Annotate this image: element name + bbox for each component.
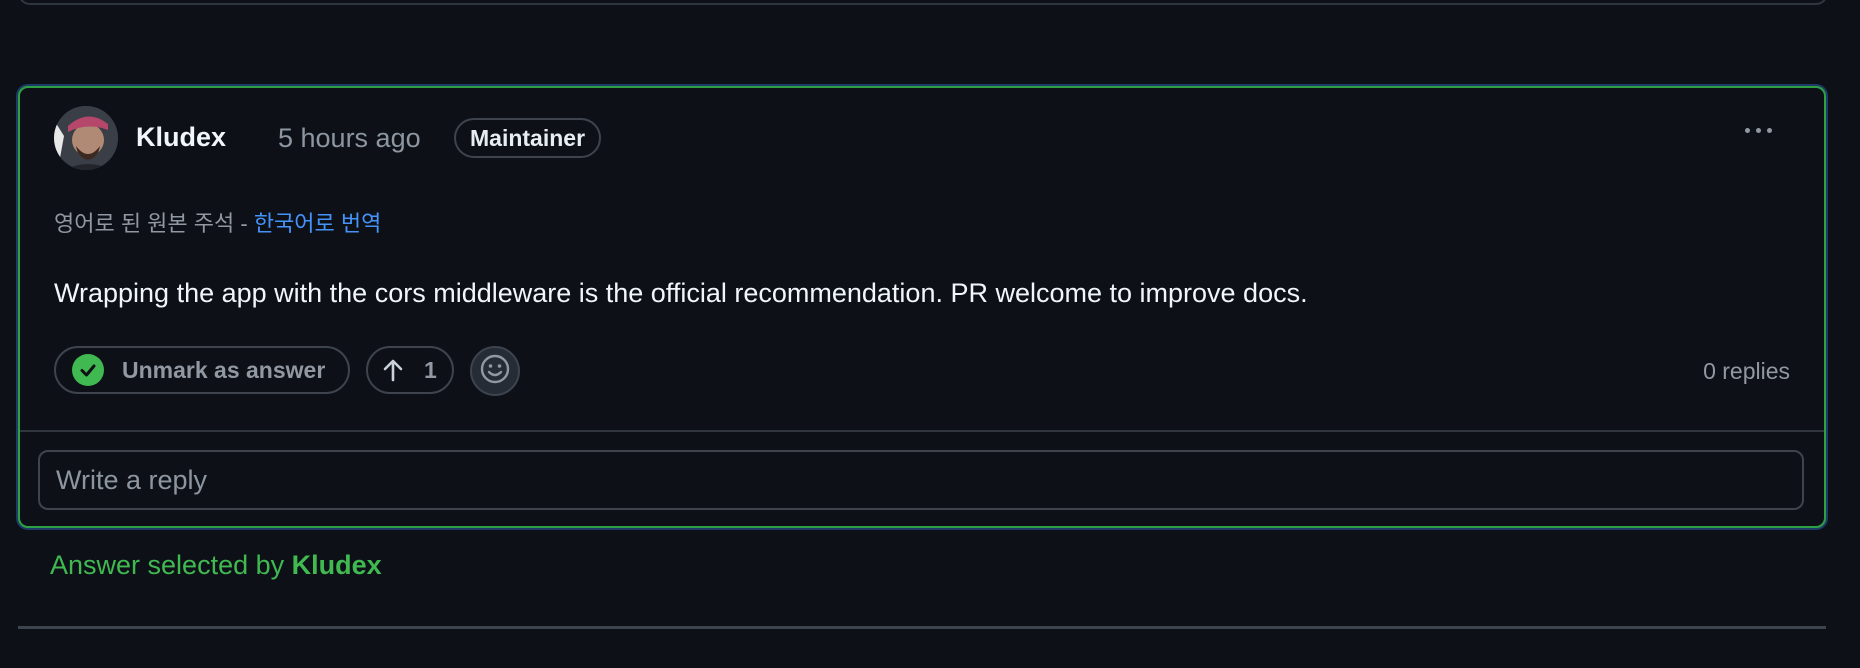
comment-body: Wrapping the app with the cors middlewar…: [54, 278, 1308, 308]
translation-note: 영어로 된 원본 주석 - 한국어로 번역: [54, 206, 381, 238]
answer-comment-card: Kludex 5 hours ago Maintainer 영어로 된 원본 주…: [18, 86, 1826, 528]
translate-link[interactable]: 한국어로 번역: [254, 211, 382, 236]
bottom-divider: [18, 626, 1826, 629]
comment-actions: Unmark as answer 1 0 replies: [54, 346, 1790, 398]
maintainer-badge: Maintainer: [454, 118, 602, 158]
comment-author[interactable]: Kludex: [136, 122, 226, 153]
unmark-answer-button[interactable]: Unmark as answer: [54, 346, 350, 394]
kebab-menu-icon[interactable]: [1734, 110, 1782, 150]
avatar[interactable]: [54, 106, 118, 170]
answer-selected-user[interactable]: Kludex: [292, 550, 382, 580]
answer-selected-note: Answer selected by Kludex: [50, 550, 382, 581]
smiley-icon: [479, 353, 511, 390]
unmark-answer-label: Unmark as answer: [122, 356, 326, 383]
check-circle-icon: [72, 354, 104, 386]
add-reaction-button[interactable]: [470, 346, 520, 396]
arrow-up-icon: [382, 358, 404, 382]
comment-header: Kludex 5 hours ago Maintainer: [54, 106, 1790, 172]
translation-prefix: 영어로 된 원본 주석 -: [54, 211, 254, 236]
upvote-count: 1: [424, 356, 437, 383]
answer-selected-prefix: Answer selected by: [50, 550, 292, 580]
reply-divider: [20, 430, 1824, 432]
replies-count[interactable]: 0 replies: [1703, 358, 1790, 385]
previous-comment-card-edge: [18, 0, 1828, 5]
comment-timestamp[interactable]: 5 hours ago: [278, 123, 421, 154]
reply-input[interactable]: [38, 450, 1804, 510]
upvote-button[interactable]: 1: [366, 346, 454, 394]
